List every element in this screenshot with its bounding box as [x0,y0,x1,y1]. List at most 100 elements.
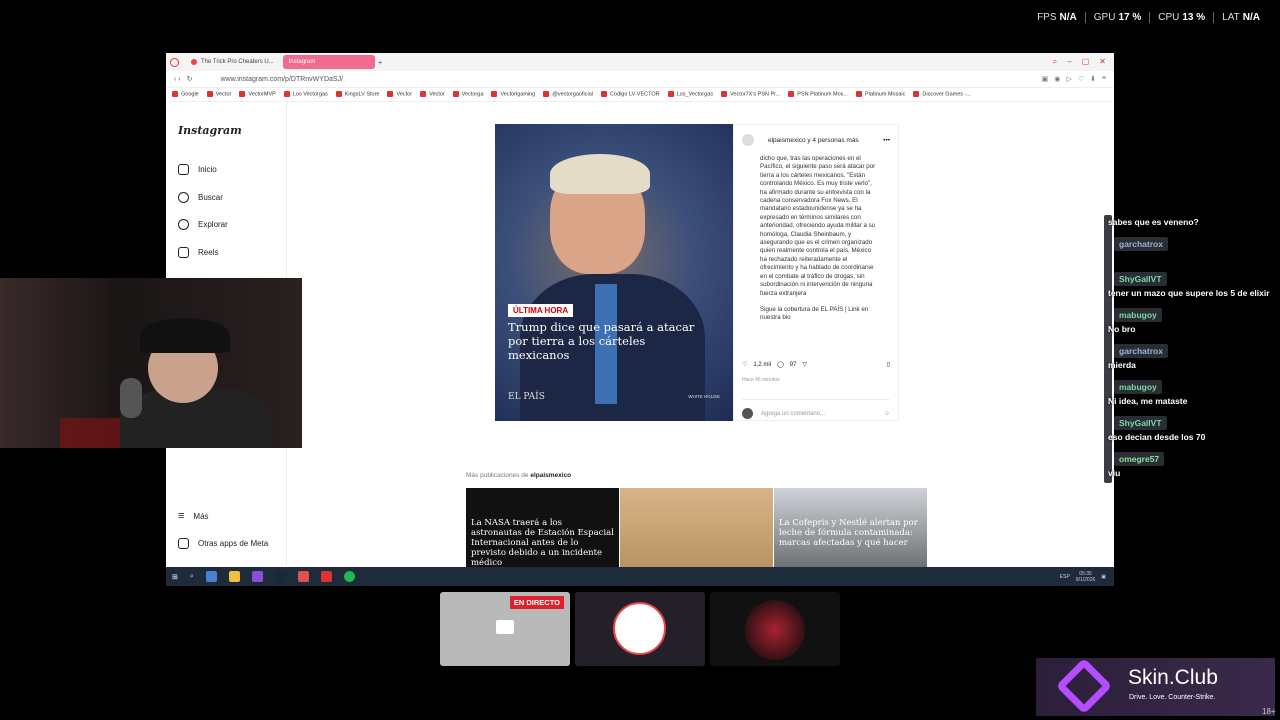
bookmark[interactable]: Vector7X's PSN Pr... [721,91,780,98]
bookmark[interactable]: Vector [207,91,232,98]
compass-icon [178,219,189,230]
search-icon [178,192,189,203]
extension-icon[interactable]: ◉ [1054,75,1060,83]
bookmark[interactable]: Los Vectorgas [284,91,328,98]
folder-icon[interactable] [228,571,240,582]
reels-icon [178,247,189,258]
share-icon[interactable]: ▽ [802,361,807,368]
address-bar[interactable]: ‹ › ↻ www.instagram.com/p/DTRnvWYDaSJ/ ▣… [166,71,1114,88]
bookmark[interactable]: Los_Vectorgas [668,91,713,98]
url-text[interactable]: www.instagram.com/p/DTRnvWYDaSJ/ [220,76,343,83]
more-options-icon[interactable]: ••• [883,137,890,144]
source-screen[interactable]: EN DIRECTO [440,592,570,666]
comment-box[interactable]: Agrega un comentario... ☺ [742,399,890,419]
sponsor-banner[interactable]: Skin.Club Drive. Love. Counter-Strike. [1036,658,1275,716]
bookmark[interactable]: Platinum Mosaic [856,91,905,98]
bookmark[interactable]: Vector [387,91,412,98]
search-icon[interactable]: ⌕ [190,573,194,581]
tray-lang[interactable]: ESP [1060,574,1070,580]
post-image[interactable]: ÚLTIMA HORA Trump dice que pasará a atac… [495,124,733,421]
nav-reels[interactable]: Reels [178,247,218,258]
post-time: Hace 46 minutos [742,377,780,383]
search-icon[interactable]: ⌕ [1053,57,1057,67]
back-icon[interactable]: ‹ › [174,76,181,83]
bookmark[interactable]: Codigo LV-VECTOR [601,91,660,98]
tab-trick-pro[interactable]: The Trick Pro Cheaters U... [185,55,280,69]
bookmark[interactable]: Vectorlgaming [491,91,535,98]
menu-icon[interactable]: ≡ [1102,75,1106,83]
extension-icon[interactable]: ▣ [1042,75,1049,83]
app-icon[interactable] [251,571,263,582]
avatar [613,602,666,655]
post-caption: dicho que, tras las operaciones en el Pa… [760,155,878,323]
caption-link-line: Sigue la cobertura de EL PAÍS | Link en … [760,305,869,322]
chat-scrollbar[interactable] [1104,215,1112,483]
sponsor-tagline: Drive. Love. Counter-Strike. [1129,694,1216,701]
minimize-button[interactable]: – [1067,57,1071,67]
extension-icon[interactable]: ♡ [1078,75,1084,83]
opera-icon[interactable] [297,571,309,582]
streamer-cap [140,318,230,353]
source-avatar[interactable] [575,592,705,666]
notification-icon[interactable]: ▣ [1101,574,1106,580]
chat-username[interactable]: ShyGallVT [1114,272,1167,286]
bookmark[interactable]: VectorMVP [239,91,276,98]
meta-apps-icon [178,538,189,549]
bookmark[interactable]: Vector [420,91,445,98]
post-author[interactable]: elpaismexico y 4 personas más [768,137,859,144]
new-tab-button[interactable]: + [378,58,383,67]
chat-message: No bro [1108,324,1136,334]
reload-icon[interactable]: ↻ [187,75,193,83]
steam-icon[interactable] [274,571,286,582]
cpu-stat: CPU 13 % [1150,12,1215,23]
chat-username[interactable]: omegre57 [1114,452,1165,466]
bookmark[interactable]: Vectorga [453,91,484,98]
bookmark[interactable]: Discover Games -... [913,91,971,98]
nav-buscar[interactable]: Buscar [178,192,223,203]
nav-explorar[interactable]: Explorar [178,219,228,230]
bookmark[interactable]: PSN Platinum Mos... [788,91,848,98]
comment-icon[interactable]: ◯ [777,361,784,368]
post-header: elpaismexico y 4 personas más ••• [734,125,898,155]
chat-message: tener un mazo que supere los 5 de elixir [1108,288,1270,298]
chat-username[interactable]: ShyGallVT [1114,416,1167,430]
nav-inicio[interactable]: Inicio [178,164,217,175]
chat-username[interactable]: mabugoy [1114,380,1162,394]
save-icon[interactable]: ▯ [887,361,890,368]
extension-icon[interactable]: ▷ [1066,75,1071,83]
microphone [120,378,142,418]
chat-username[interactable]: garchatrox [1114,237,1168,251]
extensions-bar: ▣ ◉ ▷ ♡ ⬇ ≡ [1042,75,1114,83]
tray-clock[interactable]: 05:35 9/1/2026 [1076,571,1095,583]
post-details: elpaismexico y 4 personas más ••• dicho … [733,124,899,421]
lat-stat: LAT N/A [1222,12,1260,23]
tab-instagram[interactable]: Instagram [282,55,375,69]
maximize-button[interactable]: ▢ [1082,57,1090,67]
avatar [742,408,753,419]
bookmark[interactable]: @vectorgaoficial [543,91,593,98]
chat-username[interactable]: garchatrox [1114,344,1168,358]
thumbnail[interactable]: La Cofepris y Nestlé alertan por leche d… [774,488,927,568]
opera-icon[interactable] [170,57,179,67]
avatar[interactable] [742,134,754,146]
source-logo[interactable] [710,592,840,666]
app-icon[interactable] [205,571,217,582]
instagram-logo[interactable]: Instagram [178,124,242,137]
chat-message: eso decian desde los 70 [1108,432,1206,442]
windows-start-icon[interactable]: ⊞ [172,573,178,581]
emoji-icon[interactable]: ☺ [884,411,890,417]
post-actions: ♡ 1,2 mil ◯ 97 ▽ ▯ [742,361,890,369]
thumbnail[interactable] [620,488,773,568]
chat-username[interactable]: mabugoy [1114,308,1162,322]
like-icon[interactable]: ♡ [742,361,747,368]
nav-mas[interactable]: ≡ Más [178,510,209,522]
thumbnail[interactable]: La NASA traerá a los astronautas de Esta… [466,488,619,568]
comment-input[interactable]: Agrega un comentario... [761,411,825,417]
spotify-icon[interactable] [343,571,355,582]
bookmark[interactable]: KingsLV Store [336,91,380,98]
bookmark[interactable]: Google [172,91,199,98]
extension-icon[interactable]: ⬇ [1090,75,1096,83]
app-icon[interactable] [320,571,332,582]
close-button[interactable]: ✕ [1099,57,1106,67]
nav-otras-apps[interactable]: Otras apps de Meta [178,538,268,549]
